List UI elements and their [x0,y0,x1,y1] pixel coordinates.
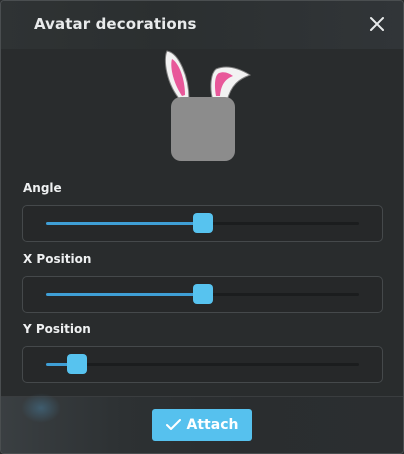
footer-decoration [21,393,61,423]
x-position-slider-thumb[interactable] [192,284,213,304]
dialog-header: Avatar decorations [1,1,403,49]
angle-label: Angle [23,181,62,195]
attach-button-label: Attach [186,417,239,433]
avatar-decorations-dialog: Avatar decorations Angle X Position Y Po… [0,0,404,454]
attach-button[interactable]: Attach [152,409,252,441]
check-icon [165,419,181,430]
close-icon [370,17,384,31]
x-position-slider[interactable] [22,276,383,313]
y-position-label: Y Position [23,322,91,336]
y-position-slider-track[interactable] [46,354,359,374]
angle-slider-thumb[interactable] [192,213,213,233]
x-position-label: X Position [23,252,92,266]
close-button[interactable] [367,14,387,34]
angle-slider-fill [46,222,203,225]
x-position-slider-fill [46,293,203,296]
decoration-preview [161,49,252,169]
angle-slider[interactable] [22,205,383,242]
dialog-title: Avatar decorations [34,15,197,33]
angle-slider-track[interactable] [46,213,359,233]
y-position-slider-thumb[interactable] [67,354,88,374]
y-position-slider[interactable] [22,346,383,383]
x-position-slider-track[interactable] [46,284,359,304]
dialog-footer: Attach [1,393,403,453]
bunny-ears-avatar-preview [164,50,252,161]
